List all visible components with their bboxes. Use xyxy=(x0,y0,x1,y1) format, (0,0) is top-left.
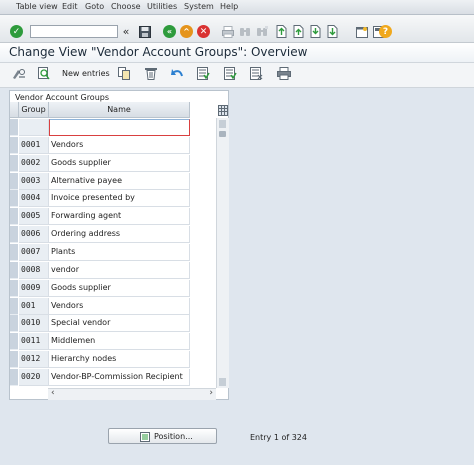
cell-name[interactable]: Middlemen xyxy=(49,333,190,350)
scroll-down-button[interactable] xyxy=(219,378,226,386)
undo-icon[interactable] xyxy=(171,67,184,80)
scroll-thumb[interactable] xyxy=(219,131,226,137)
cell-name[interactable]: Plants xyxy=(49,244,190,261)
cell-name[interactable]: Vendors xyxy=(49,298,190,315)
row-selector[interactable] xyxy=(10,226,18,243)
column-header-name[interactable]: Name xyxy=(49,102,190,118)
cell-group[interactable]: 0001 xyxy=(19,137,49,154)
cancel-icon[interactable]: ✕ xyxy=(197,25,210,38)
cell-group[interactable]: 0020 xyxy=(19,369,49,386)
cell-name[interactable]: Goods supplier xyxy=(49,280,190,297)
menu-edit[interactable]: Edit xyxy=(62,2,78,11)
cell-name[interactable]: Forwarding agent xyxy=(49,208,190,225)
cell-name[interactable]: Alternative payee xyxy=(49,173,190,190)
row-selector[interactable] xyxy=(10,351,18,368)
cell-name[interactable]: Special vendor xyxy=(49,315,190,332)
cell-group[interactable]: 0004 xyxy=(19,190,49,207)
help-icon[interactable]: ? xyxy=(379,25,392,38)
cell-group[interactable] xyxy=(19,119,49,136)
column-header-group[interactable]: Group xyxy=(19,102,49,118)
scroll-right-icon[interactable]: › xyxy=(209,388,213,398)
copy-as-icon[interactable] xyxy=(118,67,131,80)
table-settings-icon[interactable] xyxy=(217,104,228,116)
cell-group[interactable]: 0003 xyxy=(19,173,49,190)
new-session-icon[interactable] xyxy=(355,25,368,38)
cell-group[interactable]: 0007 xyxy=(19,244,49,261)
table-title: Vendor Account Groups xyxy=(15,93,110,102)
cell-group[interactable]: 0006 xyxy=(19,226,49,243)
horizontal-scrollbar[interactable]: ‹ › xyxy=(48,388,216,400)
menu-table-view[interactable]: Table view xyxy=(16,2,58,11)
delete-icon[interactable] xyxy=(145,67,157,80)
display-change-icon[interactable] xyxy=(12,68,26,80)
save-icon[interactable] xyxy=(138,25,151,38)
vertical-scrollbar[interactable] xyxy=(216,118,229,388)
menu-choose[interactable]: Choose xyxy=(111,2,141,11)
cell-name[interactable]: vendor xyxy=(49,262,190,279)
menu-bar: Table view Edit Goto Choose Utilities Sy… xyxy=(0,0,474,15)
position-button[interactable]: Position... xyxy=(108,428,217,444)
row-selector[interactable] xyxy=(10,315,18,332)
menu-system[interactable]: System xyxy=(184,2,214,11)
page-title: Change View "Vendor Account Groups": Ove… xyxy=(9,45,308,59)
cell-name-input[interactable] xyxy=(49,119,190,136)
exit-icon[interactable]: ^ xyxy=(180,25,193,38)
cell-name[interactable]: Vendor-BP-Commission Recipient xyxy=(49,369,190,386)
command-field[interactable] xyxy=(30,25,118,38)
back-icon[interactable]: « xyxy=(163,25,176,38)
menu-goto[interactable]: Goto xyxy=(85,2,104,11)
cell-group[interactable]: 0008 xyxy=(19,262,49,279)
previous-page-icon[interactable] xyxy=(292,24,304,38)
first-page-icon[interactable] xyxy=(275,24,287,38)
cell-name[interactable]: Vendors xyxy=(49,137,190,154)
row-selector[interactable] xyxy=(10,333,18,350)
entry-counter: Entry 1 of 324 xyxy=(250,433,307,442)
row-selector[interactable] xyxy=(10,137,18,154)
row-selector[interactable] xyxy=(10,244,18,261)
enter-icon[interactable]: ✓ xyxy=(10,25,23,38)
row-selector[interactable] xyxy=(10,369,18,386)
select-all-icon[interactable] xyxy=(197,67,210,80)
cell-group[interactable]: 0012 xyxy=(19,351,49,368)
print-icon[interactable] xyxy=(221,25,234,38)
cell-name[interactable]: Goods supplier xyxy=(49,155,190,172)
cell-name[interactable]: Invoice presented by xyxy=(49,190,190,207)
position-button-label: Position... xyxy=(154,432,193,441)
next-page-icon[interactable] xyxy=(309,24,321,38)
menu-help[interactable]: Help xyxy=(220,2,238,11)
row-selector[interactable] xyxy=(10,173,18,190)
deselect-all-icon[interactable] xyxy=(250,67,263,80)
cell-name[interactable]: Hierarchy nodes xyxy=(49,351,190,368)
other-view-icon[interactable] xyxy=(38,67,50,80)
menu-utilities[interactable]: Utilities xyxy=(147,2,177,11)
cell-group[interactable]: 0010 xyxy=(19,315,49,332)
last-page-icon[interactable] xyxy=(326,24,338,38)
cell-group[interactable]: 0011 xyxy=(19,333,49,350)
scroll-up-button[interactable] xyxy=(219,120,226,128)
row-selector[interactable] xyxy=(10,155,18,172)
title-bar: Change View "Vendor Account Groups": Ove… xyxy=(0,43,474,63)
row-selector[interactable] xyxy=(10,208,18,225)
command-field-toggle-icon[interactable]: « xyxy=(121,24,131,38)
row-selector[interactable] xyxy=(10,262,18,279)
cell-name[interactable]: Ordering address xyxy=(49,226,190,243)
cell-group[interactable]: 0009 xyxy=(19,280,49,297)
row-selector[interactable] xyxy=(10,190,18,207)
cell-group[interactable]: 0002 xyxy=(19,155,49,172)
find-next-icon[interactable] xyxy=(255,25,268,38)
cell-group[interactable]: 0005 xyxy=(19,208,49,225)
print-view-icon[interactable] xyxy=(277,67,291,80)
row-selector[interactable] xyxy=(10,280,18,297)
row-selector[interactable] xyxy=(10,119,18,136)
find-icon[interactable] xyxy=(238,25,251,38)
scroll-left-icon[interactable]: ‹ xyxy=(51,388,55,398)
select-block-icon[interactable] xyxy=(224,67,237,80)
new-entries-button[interactable]: New entries xyxy=(62,69,110,78)
cell-group[interactable]: 001 xyxy=(19,298,49,315)
position-icon xyxy=(140,432,150,442)
row-selector[interactable] xyxy=(10,298,18,315)
select-all-rows-header[interactable] xyxy=(10,102,19,118)
